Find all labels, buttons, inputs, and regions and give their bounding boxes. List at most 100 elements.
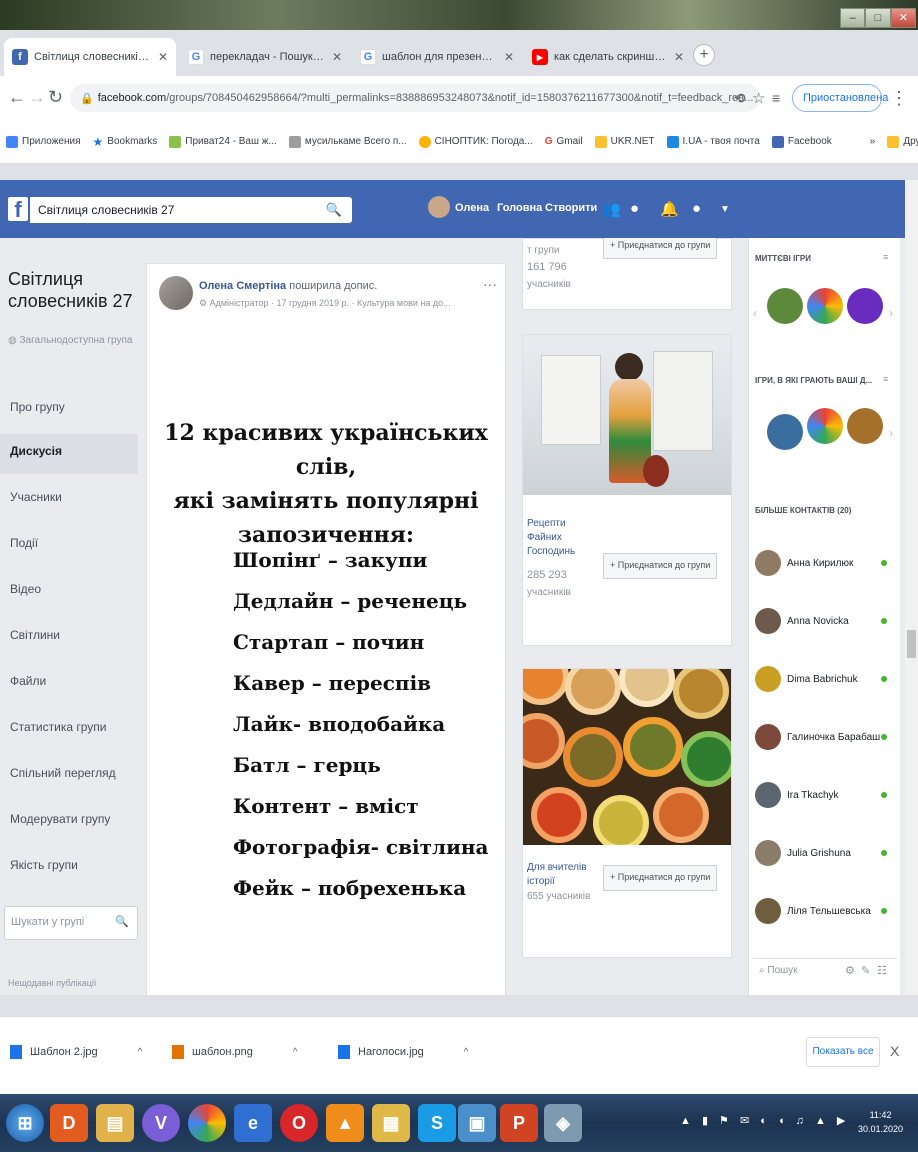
- more-options-icon[interactable]: ···: [483, 276, 497, 292]
- sidebar-item-insights[interactable]: Статистика групи: [0, 710, 138, 750]
- browser-icon[interactable]: e: [234, 1104, 272, 1142]
- post-image[interactable]: 12 красивих українських слів, які заміня…: [147, 328, 505, 995]
- contact-item[interactable]: Ліля Тельшевська: [755, 894, 895, 928]
- nav-home[interactable]: Головна: [497, 202, 542, 214]
- chevron-up-icon[interactable]: ^: [293, 1047, 298, 1058]
- suggested-group-name[interactable]: Для вчителів історії: [527, 861, 587, 889]
- sidebar-item-discussion[interactable]: Дискусія: [0, 434, 138, 474]
- contact-item[interactable]: Julia Grishuna: [755, 836, 895, 870]
- tab-google-template[interactable]: G шаблон для презентації - Go ✕: [352, 38, 522, 76]
- group-search-input[interactable]: Шукати у групі 🔍: [4, 906, 138, 940]
- chevron-up-icon[interactable]: ^: [464, 1047, 469, 1058]
- bookmark-gmail[interactable]: G Gmail: [545, 136, 583, 147]
- minimize-button[interactable]: –: [840, 8, 866, 28]
- close-tab-icon[interactable]: ✕: [674, 50, 684, 64]
- bookmark-ukrnet[interactable]: UKR.NET: [594, 135, 655, 148]
- download-item[interactable]: Шаблон 2.jpg ^: [10, 1045, 142, 1059]
- contact-item[interactable]: Anna Novicka: [755, 604, 895, 638]
- reload-icon[interactable]: ↻: [48, 87, 63, 108]
- back-arrow-icon[interactable]: ←: [8, 87, 26, 108]
- group-chat-icon[interactable]: ☷: [877, 964, 887, 977]
- join-group-button[interactable]: + Приєднатися до групи: [603, 553, 718, 579]
- settings-icon[interactable]: ≡: [883, 252, 888, 262]
- game-icon[interactable]: [767, 288, 803, 324]
- chrome-icon[interactable]: [188, 1104, 226, 1142]
- close-window-button[interactable]: ✕: [890, 8, 916, 28]
- close-tab-icon[interactable]: ✕: [332, 50, 342, 64]
- new-tab-button[interactable]: +: [693, 44, 715, 66]
- show-all-downloads-button[interactable]: Показать все: [806, 1037, 880, 1067]
- bookmark-facebook[interactable]: Facebook: [771, 135, 832, 148]
- tab-youtube[interactable]: ▶ как сделать скриншот - YouTube ✕: [524, 38, 692, 76]
- nav-profile[interactable]: Олена: [455, 202, 489, 214]
- sidebar-item-about[interactable]: Про групу: [0, 390, 138, 430]
- download-item[interactable]: шаблон.png ^: [172, 1045, 298, 1059]
- facebook-search-input[interactable]: Світлиця словесників 27 🔍: [30, 197, 352, 223]
- system-tray[interactable]: ▲ ▮ ⚑ ✉ ◐ ◖ ♫ ▲ ▶: [680, 1114, 849, 1127]
- group-cover-image[interactable]: [523, 669, 731, 845]
- search-icon[interactable]: 🔍: [326, 202, 342, 218]
- sidebar-item-photos[interactable]: Світлини: [0, 618, 138, 658]
- sidebar-item-videos[interactable]: Відео: [0, 572, 138, 612]
- search-icon[interactable]: 🔍: [115, 915, 129, 928]
- group-title[interactable]: Світлиця словесників 27: [8, 268, 133, 312]
- skype-icon[interactable]: S: [418, 1104, 456, 1142]
- powerpoint-icon[interactable]: P: [500, 1104, 538, 1142]
- office-icon[interactable]: D: [50, 1104, 88, 1142]
- clock[interactable]: 11:42 30.01.2020: [858, 1108, 903, 1136]
- bookmark-apps[interactable]: Приложения: [6, 135, 81, 148]
- sidebar-item-events[interactable]: Події: [0, 526, 138, 566]
- bookmark-music[interactable]: муcилькаме Всего п...: [288, 135, 407, 148]
- bookmark-bookmarks[interactable]: ★ Bookmarks: [93, 135, 158, 149]
- bookmark-iua[interactable]: I.UA - твоя почта: [666, 135, 760, 148]
- sidebar-item-quality[interactable]: Якість групи: [0, 848, 138, 888]
- chevron-left-icon[interactable]: ‹: [753, 306, 757, 320]
- messenger-icon[interactable]: ●: [630, 200, 639, 217]
- chevron-down-icon[interactable]: ▼: [720, 204, 730, 215]
- join-group-button[interactable]: + Приєднатися до групи: [603, 238, 718, 259]
- vlc-icon[interactable]: ▲: [326, 1104, 364, 1142]
- bell-icon[interactable]: 🔔: [660, 200, 679, 218]
- game-icon[interactable]: [807, 288, 843, 324]
- download-item[interactable]: Наголоси.jpg ^: [338, 1045, 468, 1059]
- other-bookmarks[interactable]: Другие закладки: [887, 135, 918, 148]
- folder-icon[interactable]: ▤: [96, 1104, 134, 1142]
- post-author[interactable]: Олена Смертіна: [199, 280, 286, 292]
- chat-search-input[interactable]: ⌕ Пошук ⚙ ✎ ☷: [753, 958, 897, 984]
- chevron-right-icon[interactable]: ›: [889, 306, 893, 320]
- maximize-button[interactable]: □: [865, 8, 891, 28]
- forward-arrow-icon[interactable]: →: [28, 87, 46, 108]
- contact-item[interactable]: Галиночка Барабаш: [755, 720, 895, 754]
- tab-facebook-group[interactable]: f Світлиця словесників 27 ✕: [4, 38, 176, 76]
- reading-list-icon[interactable]: ≡: [772, 90, 780, 106]
- nav-create[interactable]: Створити: [545, 202, 597, 214]
- photos-icon[interactable]: ▣: [458, 1104, 496, 1142]
- app-icon[interactable]: ◈: [544, 1104, 582, 1142]
- contact-item[interactable]: Анна Кирилюк: [755, 546, 895, 580]
- sidebar-item-files[interactable]: Файли: [0, 664, 138, 704]
- game-icon[interactable]: [767, 414, 803, 450]
- help-icon[interactable]: ●: [692, 200, 701, 217]
- tab-google-translate[interactable]: G перекладач - Пошук в Google ✕: [180, 38, 350, 76]
- group-cover-image[interactable]: [523, 335, 731, 495]
- contact-item[interactable]: Dima Babrichuk: [755, 662, 895, 696]
- menu-dots-icon[interactable]: ⋮: [890, 88, 908, 109]
- game-icon[interactable]: [847, 288, 883, 324]
- viber-icon[interactable]: V: [142, 1104, 180, 1142]
- url-bar[interactable]: 🔒 facebook.com /groups/708450462958664/?…: [70, 84, 760, 112]
- compose-icon[interactable]: ✎: [861, 964, 870, 977]
- chevron-right-icon[interactable]: ›: [889, 426, 893, 440]
- sidebar-item-watch-party[interactable]: Спільний перегляд: [0, 756, 138, 796]
- close-tab-icon[interactable]: ✕: [504, 50, 514, 64]
- bookmark-sinoptik[interactable]: СІНОПТИК: Погода...: [418, 135, 533, 148]
- friends-icon[interactable]: 👥: [602, 200, 621, 218]
- scrollbar-thumb[interactable]: [907, 630, 916, 658]
- close-tab-icon[interactable]: ✕: [158, 50, 168, 64]
- gear-icon[interactable]: ⚙: [845, 964, 855, 977]
- star-icon[interactable]: ☆: [752, 89, 765, 107]
- close-downloads-button[interactable]: X: [890, 1043, 899, 1059]
- sidebar-item-moderate[interactable]: Модерувати групу: [0, 802, 138, 842]
- join-group-button[interactable]: + Приєднатися до групи: [603, 865, 718, 891]
- avatar[interactable]: [428, 196, 450, 218]
- page-scrollbar[interactable]: [905, 180, 918, 995]
